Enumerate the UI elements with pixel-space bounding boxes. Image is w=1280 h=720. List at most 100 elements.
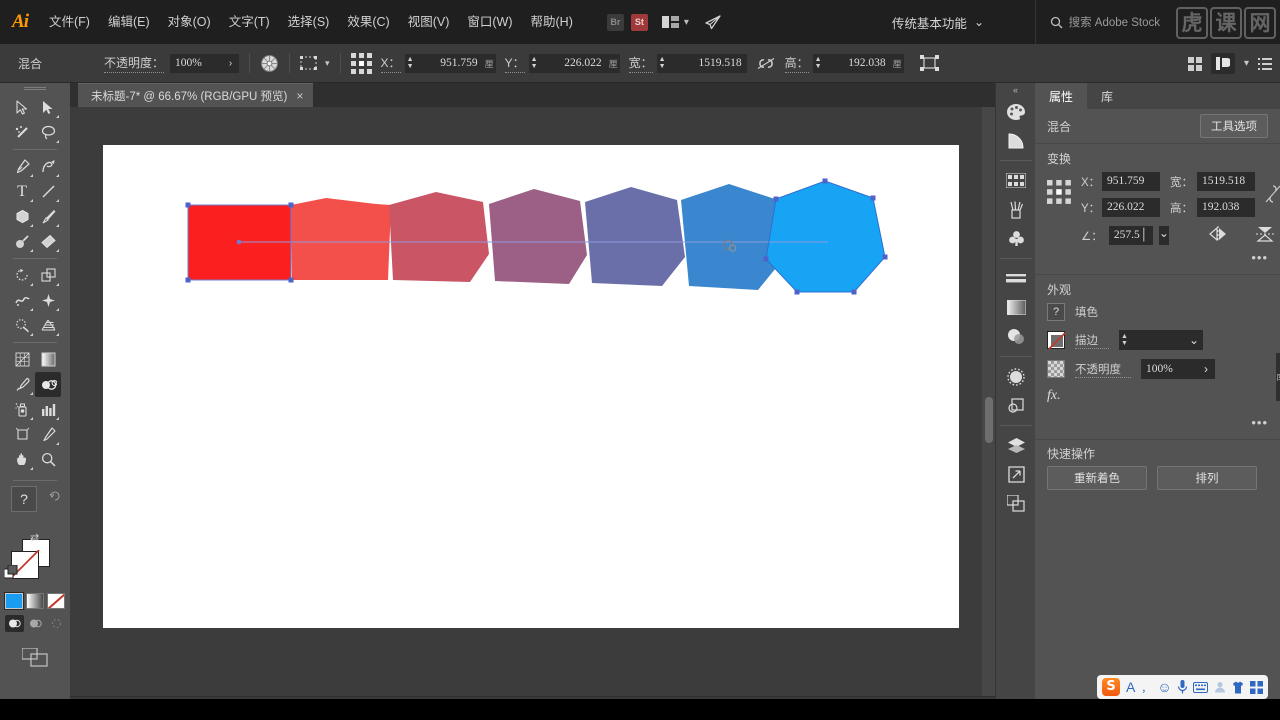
swatches-panel-icon[interactable] bbox=[996, 166, 1036, 195]
line-segment-tool[interactable] bbox=[35, 179, 61, 204]
color-mode-button[interactable] bbox=[4, 592, 24, 610]
tools-panel-grip[interactable] bbox=[0, 83, 70, 95]
magic-wand-tool[interactable] bbox=[9, 120, 35, 145]
brushes-panel-icon[interactable] bbox=[996, 195, 1036, 224]
menu-view[interactable]: 视图(V) bbox=[399, 0, 459, 44]
stock-badge[interactable]: St bbox=[630, 13, 648, 31]
transform-more-options-icon[interactable]: ••• bbox=[1251, 250, 1268, 265]
stroke-weight-chevron-down-icon[interactable]: ⌄ bbox=[1185, 333, 1203, 348]
column-graph-tool[interactable] bbox=[35, 397, 61, 422]
draw-normal-mode-button[interactable] bbox=[4, 615, 24, 632]
none-mode-button[interactable] bbox=[47, 593, 65, 609]
sogou-logo-icon[interactable]: S bbox=[1102, 678, 1120, 696]
recolor-button[interactable]: 重新着色 bbox=[1047, 466, 1147, 490]
blend-tool[interactable] bbox=[35, 372, 61, 397]
tab-libraries[interactable]: 库 bbox=[1087, 83, 1127, 109]
appearance-more-options-icon[interactable]: ••• bbox=[1251, 415, 1268, 430]
discover-rocket-icon[interactable] bbox=[703, 14, 721, 30]
workspace-switcher[interactable]: 传统基本功能 ⌄ bbox=[892, 0, 984, 44]
export-panel-icon[interactable] bbox=[996, 460, 1036, 489]
menu-window[interactable]: 窗口(W) bbox=[458, 0, 521, 44]
opacity-input[interactable]: 100% bbox=[170, 54, 223, 72]
close-icon[interactable]: × bbox=[296, 89, 303, 103]
default-fill-stroke-icon[interactable] bbox=[3, 564, 18, 582]
gradient-tool[interactable] bbox=[35, 347, 61, 372]
menu-object[interactable]: 对象(O) bbox=[159, 0, 220, 44]
pathfinder-panel-icon[interactable] bbox=[996, 391, 1036, 420]
grid-view-icon[interactable] bbox=[1187, 56, 1202, 71]
gradient-mode-button[interactable] bbox=[26, 593, 44, 609]
arrange-documents-icon[interactable] bbox=[661, 16, 679, 28]
fx-button[interactable]: fx. bbox=[1047, 388, 1061, 404]
change-screen-mode-button[interactable] bbox=[0, 648, 70, 667]
transform-handles-icon[interactable] bbox=[919, 55, 939, 71]
opacity-swatch[interactable] bbox=[1047, 360, 1065, 378]
panel-opacity-input[interactable]: 100% bbox=[1141, 359, 1197, 379]
x-stepper[interactable]: ▲ ▼ bbox=[405, 56, 416, 70]
y-field-group[interactable]: ▲ ▼ 226.022 厘 bbox=[528, 53, 620, 73]
panel-opacity-flyout-arrow[interactable]: › bbox=[1197, 361, 1215, 377]
panel-width-input[interactable]: 1519.518 bbox=[1197, 172, 1255, 191]
lasso-tool[interactable] bbox=[35, 120, 61, 145]
search-adobe-stock[interactable]: 搜索 Adobe Stock bbox=[1034, 0, 1160, 44]
x-input[interactable]: 951.759 bbox=[416, 54, 483, 72]
panel-angle-input[interactable]: 257.5│ bbox=[1108, 226, 1153, 245]
ime-toolbox-icon[interactable] bbox=[1249, 680, 1263, 694]
swap-fill-stroke-icon[interactable]: ⇄ bbox=[30, 531, 39, 544]
y-input[interactable]: 226.022 bbox=[540, 54, 607, 72]
ime-skin-icon[interactable] bbox=[1232, 681, 1244, 694]
collapse-panels-icon[interactable]: « bbox=[996, 83, 1035, 97]
chevron-down-icon[interactable]: ▾ bbox=[684, 17, 689, 28]
x-field-group[interactable]: ▲ ▼ 951.759 厘 bbox=[404, 53, 496, 73]
menu-help[interactable]: 帮助(H) bbox=[522, 0, 582, 44]
constrain-proportions-broken-icon[interactable] bbox=[1265, 184, 1280, 207]
edit-toolbar-icon[interactable] bbox=[49, 489, 62, 504]
eraser-tool[interactable] bbox=[35, 229, 61, 254]
rotate-tool[interactable] bbox=[9, 263, 35, 288]
ime-keyboard-icon[interactable] bbox=[1192, 681, 1208, 693]
width-tool[interactable] bbox=[9, 288, 35, 313]
reference-point-icon[interactable] bbox=[350, 52, 372, 74]
eyedropper-tool[interactable] bbox=[9, 372, 35, 397]
opacity-flyout-arrow[interactable]: › bbox=[222, 53, 240, 73]
flip-horizontal-icon[interactable] bbox=[1208, 226, 1228, 245]
opacity-field-group[interactable]: 100% › bbox=[170, 53, 240, 73]
artboard-tool[interactable] bbox=[9, 422, 35, 447]
draw-inside-mode-button[interactable] bbox=[47, 615, 66, 632]
recolor-artwork-icon[interactable] bbox=[260, 54, 279, 73]
reference-point-grid-icon[interactable] bbox=[1047, 180, 1071, 207]
panel-height-input[interactable]: 192.038 bbox=[1197, 198, 1255, 217]
hand-tool[interactable] bbox=[9, 447, 35, 472]
angle-chevron-down-icon[interactable]: ⌄ bbox=[1158, 226, 1169, 245]
menu-file[interactable]: 文件(F) bbox=[40, 0, 99, 44]
color-guide-panel-icon[interactable] bbox=[996, 126, 1036, 155]
stroke-weight-stepper[interactable]: ▲ ▼ bbox=[1119, 333, 1130, 347]
vertical-scrollbar[interactable] bbox=[982, 107, 995, 696]
fill-swatch-mixed[interactable]: ? bbox=[1047, 303, 1065, 321]
menu-select[interactable]: 选择(S) bbox=[279, 0, 339, 44]
type-tool[interactable]: T bbox=[9, 179, 35, 204]
symbols-panel-icon[interactable] bbox=[996, 224, 1036, 253]
ime-punctuation-icon[interactable]: ， bbox=[1141, 680, 1151, 695]
vertical-scrollbar-thumb[interactable] bbox=[985, 397, 993, 443]
stroke-weight-input[interactable] bbox=[1131, 330, 1185, 350]
selection-tool[interactable] bbox=[9, 95, 35, 120]
direct-selection-tool[interactable] bbox=[35, 95, 61, 120]
shape-tool[interactable] bbox=[9, 204, 35, 229]
stroke-panel-icon[interactable] bbox=[996, 264, 1036, 293]
bridge-badge[interactable]: Br bbox=[606, 13, 624, 31]
document-tab[interactable]: 未标题-7* @ 66.67% (RGB/GPU 预览) × bbox=[78, 83, 314, 107]
artboards-panel-icon[interactable] bbox=[996, 489, 1036, 518]
chevron-down-icon[interactable]: ▾ bbox=[325, 58, 330, 69]
ime-emoji-icon[interactable]: ☺ bbox=[1157, 679, 1171, 695]
height-field-group[interactable]: ▲ ▼ 192.038 厘 bbox=[812, 53, 904, 73]
tool-options-button[interactable]: 工具选项 bbox=[1200, 114, 1268, 138]
artwork-blend-group[interactable] bbox=[103, 145, 959, 628]
free-transform-tool[interactable] bbox=[35, 288, 61, 313]
scale-tool[interactable] bbox=[35, 263, 61, 288]
mesh-tool[interactable] bbox=[9, 347, 35, 372]
color-panel-icon[interactable] bbox=[996, 97, 1036, 126]
arrange-button[interactable]: 排列 bbox=[1157, 466, 1257, 490]
gradient-panel-icon[interactable] bbox=[996, 293, 1036, 322]
pen-tool[interactable] bbox=[9, 154, 35, 179]
